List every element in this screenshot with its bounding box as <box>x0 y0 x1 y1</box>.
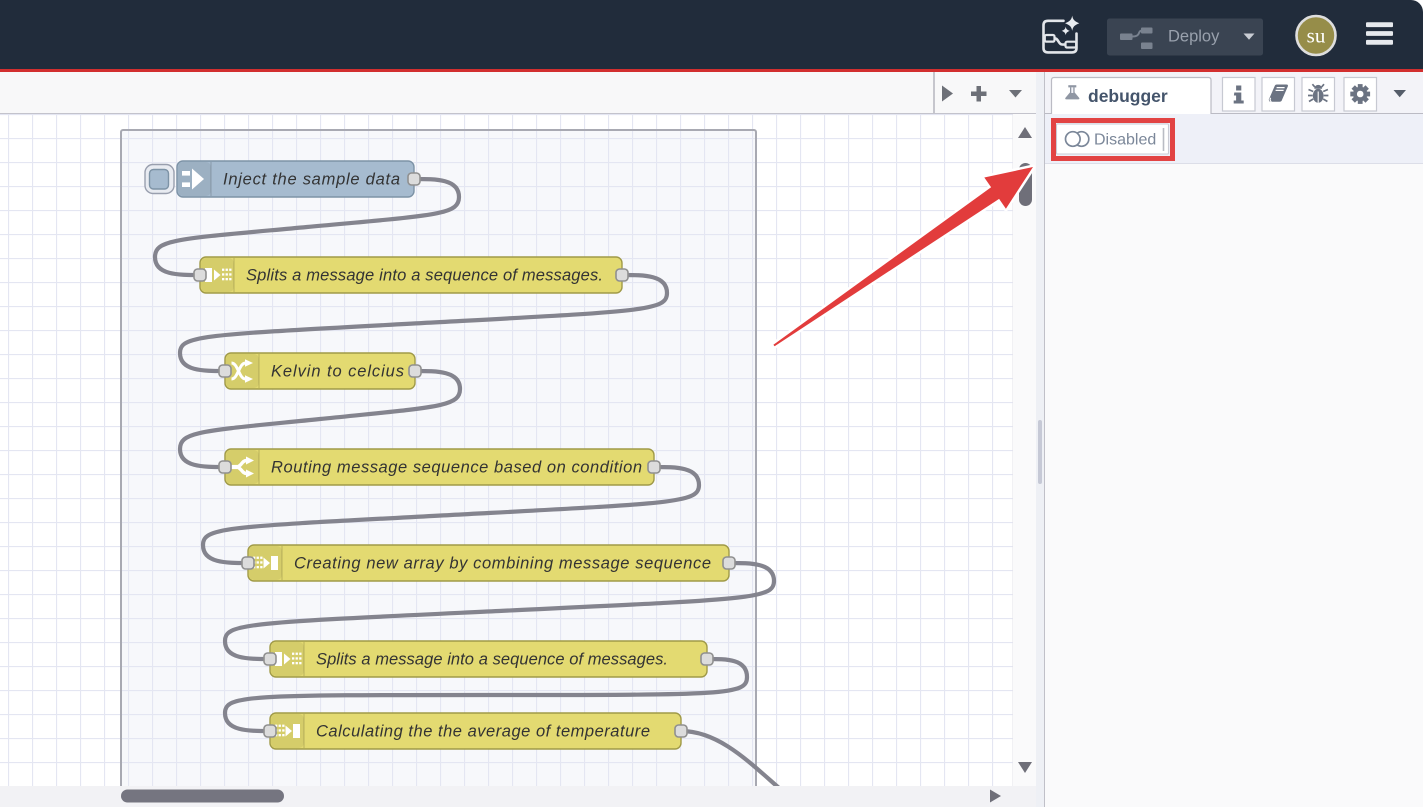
svg-text:Inject the sample data: Inject the sample data <box>223 171 400 189</box>
svg-text:Deploy: Deploy <box>1168 28 1220 46</box>
svg-text:su: su <box>1307 24 1326 48</box>
svg-text:Splits a message into a sequen: Splits a message into a sequence of mess… <box>316 651 668 669</box>
svg-text:Splits a message into a sequen: Splits a message into a sequence of mess… <box>246 267 603 285</box>
svg-text:Routing message sequence based: Routing message sequence based on condit… <box>271 459 642 477</box>
svg-text:Calculating the the average of: Calculating the the average of temperatu… <box>316 723 650 741</box>
svg-text:Kelvin to celcius: Kelvin to celcius <box>271 363 404 381</box>
svg-text:Creating new array by combinin: Creating new array by combining message … <box>294 555 711 573</box>
svg-text:debugger: debugger <box>1088 86 1168 106</box>
